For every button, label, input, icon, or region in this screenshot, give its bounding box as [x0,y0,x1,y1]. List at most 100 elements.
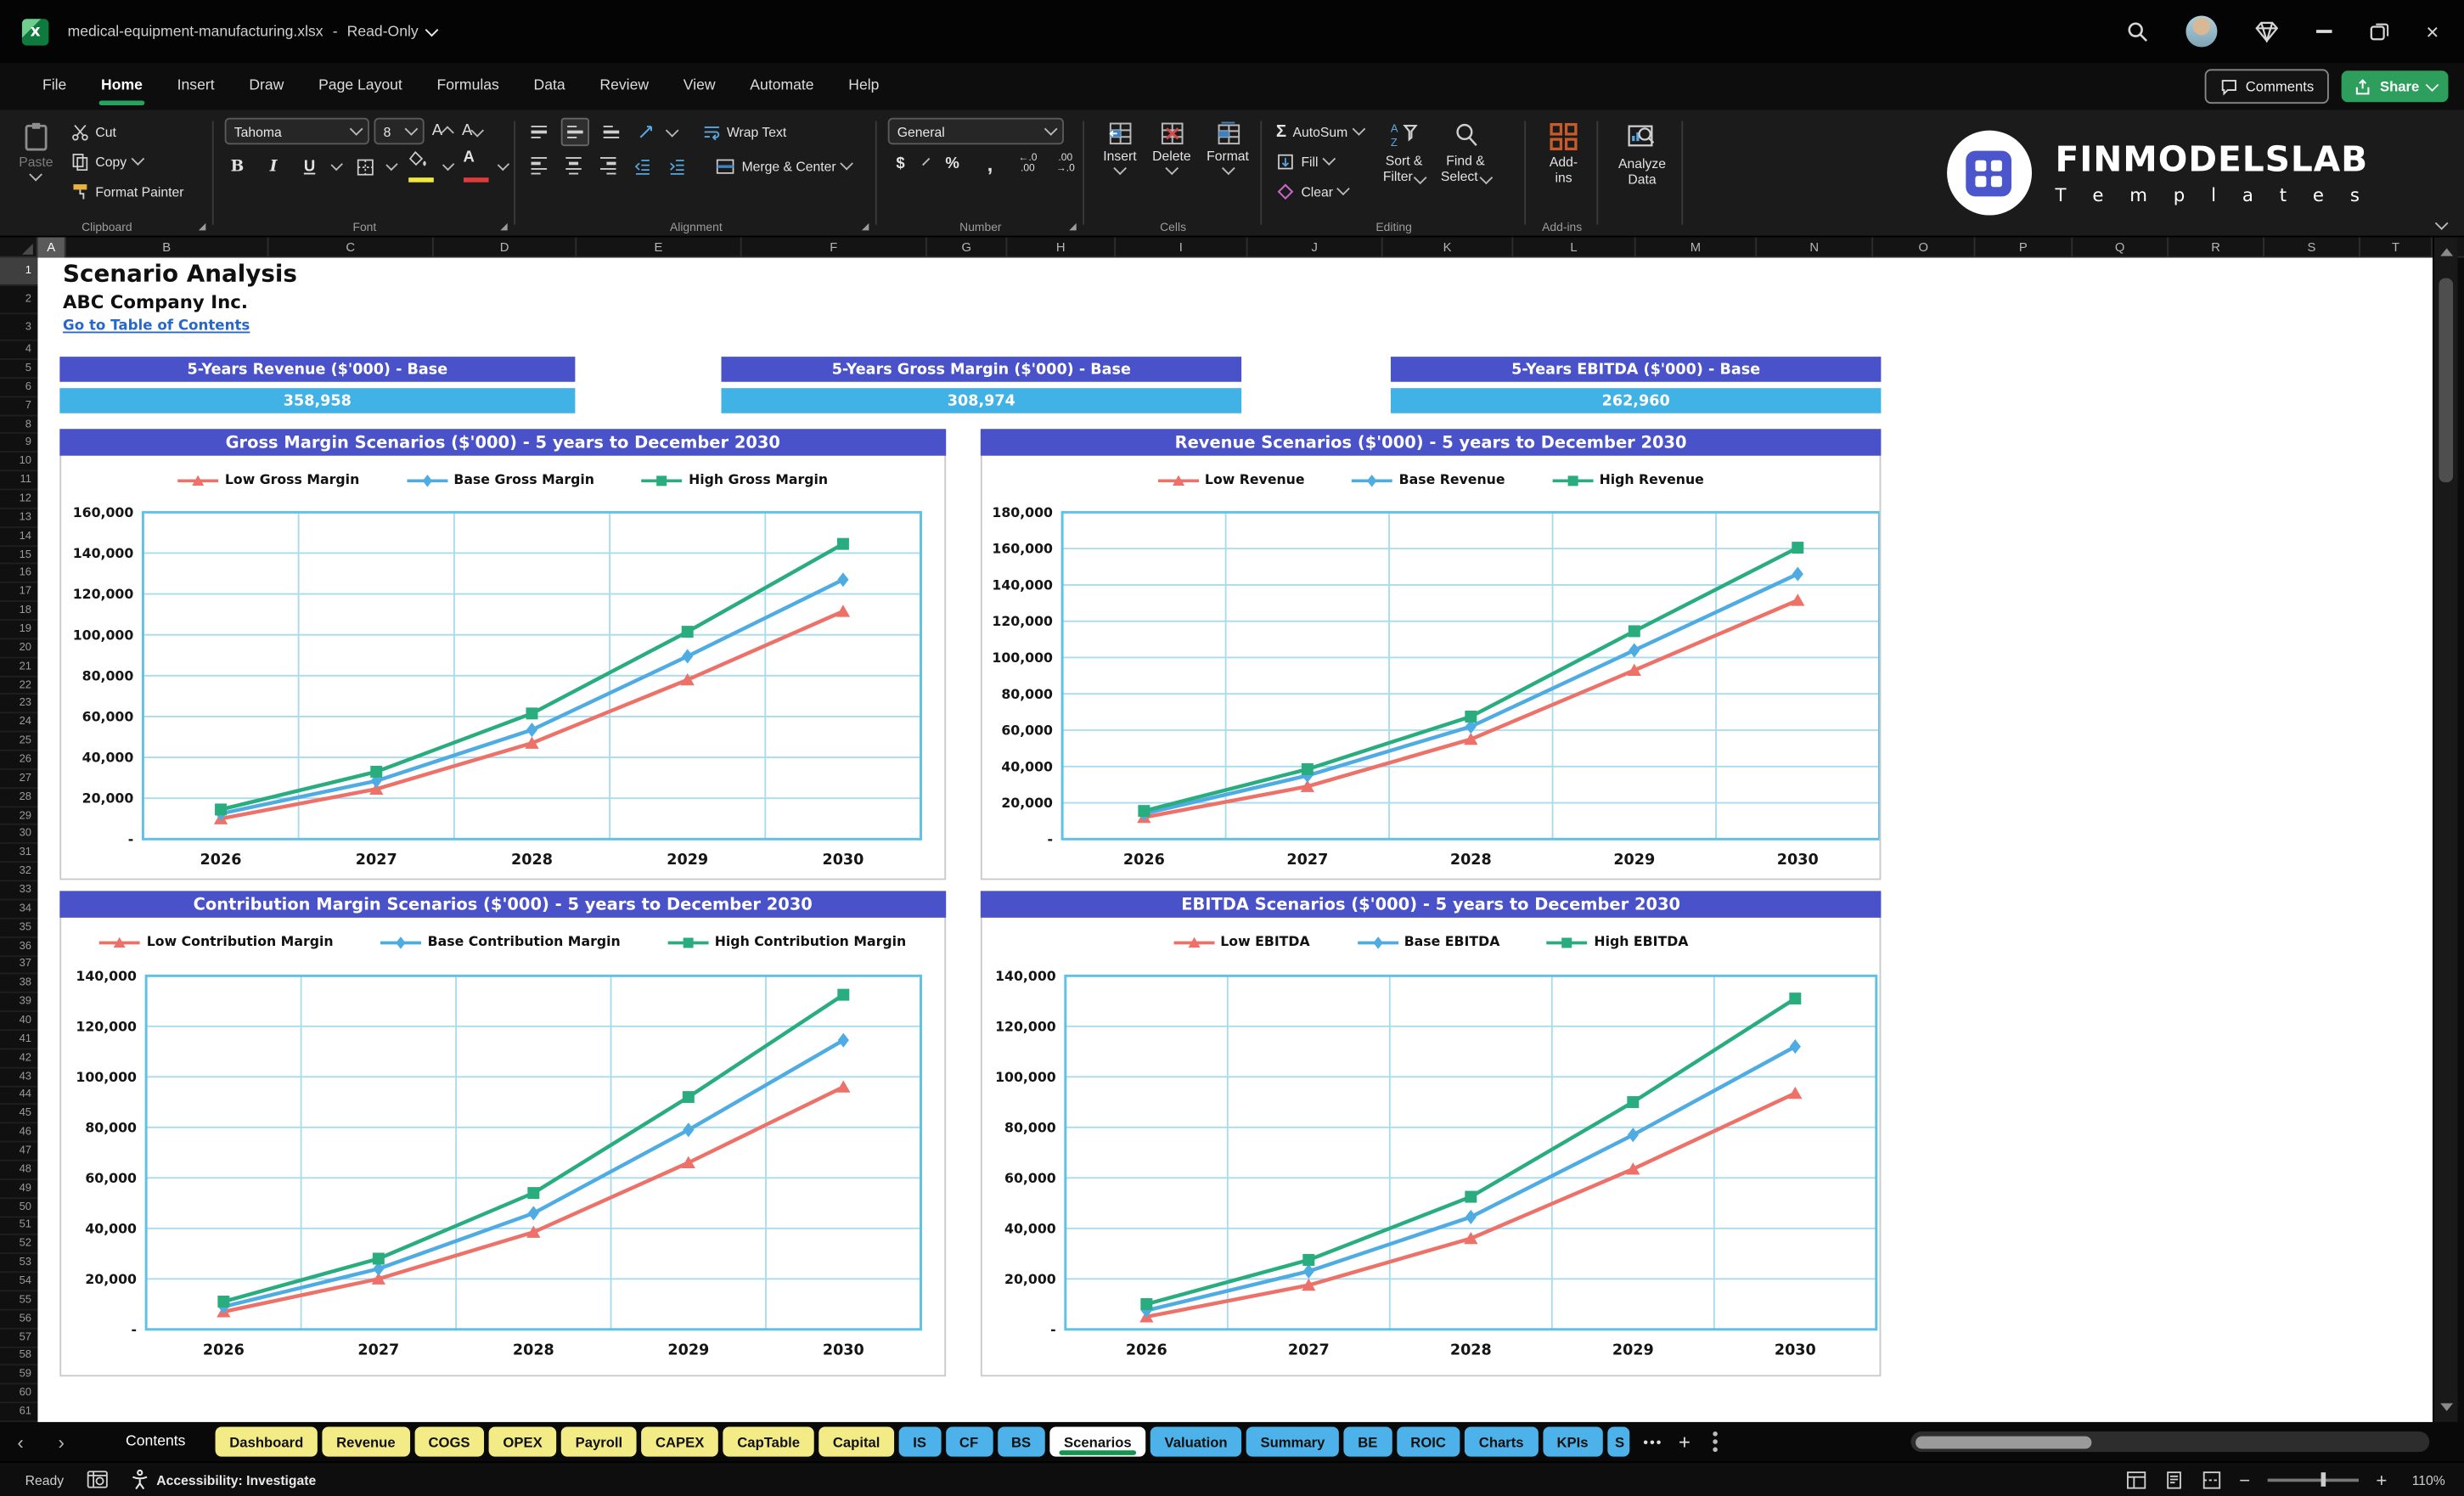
sort-filter-button[interactable]: AZ Sort & Filter [1375,118,1433,205]
menu-view[interactable]: View [666,63,733,110]
row-header-18[interactable]: 18 [0,602,38,621]
sheet-tab-captable[interactable]: CapTable [723,1426,814,1457]
underline-chevron-icon[interactable] [331,158,344,171]
zoom-out-button[interactable]: − [2239,1469,2250,1491]
row-header-33[interactable]: 33 [0,881,38,901]
column-header-C[interactable]: C [268,237,434,258]
row-header-5[interactable]: 5 [0,360,38,379]
row-header-22[interactable]: 22 [0,677,38,695]
tab-scroll-left-icon[interactable]: ‹ [0,1431,41,1453]
row-header-19[interactable]: 19 [0,621,38,640]
increase-font-button[interactable]: A [429,119,454,144]
clipboard-dialog-launcher[interactable]: ◢ [199,222,206,233]
sheet-tab-capex[interactable]: CAPEX [641,1426,719,1457]
sheet-tab-kpis[interactable]: KPIs [1542,1426,1603,1457]
page-break-view-icon[interactable] [2202,1470,2222,1488]
paste-button[interactable]: Paste [11,118,61,205]
align-middle-button[interactable] [560,117,590,147]
row-header-25[interactable]: 25 [0,733,38,751]
delete-cells-button[interactable]: Delete [1145,118,1199,175]
vertical-scrollbar[interactable] [2432,237,2458,1422]
row-header-57[interactable]: 57 [0,1329,38,1348]
sheet-tab-charts[interactable]: Charts [1465,1426,1539,1457]
tab-options-icon[interactable] [1712,1439,1718,1444]
row-header-24[interactable]: 24 [0,714,38,733]
sheet-tab-roic[interactable]: ROIC [1396,1426,1460,1457]
premium-gem-icon[interactable] [2254,20,2279,42]
row-header-14[interactable]: 14 [0,527,38,547]
normal-view-icon[interactable] [2126,1470,2146,1488]
increase-indent-button[interactable] [665,153,690,178]
font-size-select[interactable]: 8 [374,117,425,145]
sheet-tab-s[interactable]: S [1606,1426,1629,1457]
accessibility-status[interactable]: Accessibility: Investigate [130,1469,316,1490]
insert-cells-button[interactable]: Insert [1095,118,1145,175]
menu-draw[interactable]: Draw [232,63,301,110]
new-sheet-button[interactable]: + [1679,1430,1690,1454]
row-header-45[interactable]: 45 [0,1105,38,1124]
column-header-J[interactable]: J [1248,237,1383,258]
zoom-slider[interactable] [2267,1472,2359,1487]
decrease-decimal-button[interactable]: .00 →.0 [1053,151,1078,177]
sheet-tab-scenarios[interactable]: Scenarios [1049,1426,1146,1457]
column-header-T[interactable]: T [2360,237,2433,258]
merge-center-button[interactable]: Merge & Center [712,153,853,179]
row-header-53[interactable]: 53 [0,1254,38,1274]
sheet-tab-cogs[interactable]: COGS [413,1426,485,1457]
column-header-H[interactable]: H [1007,237,1117,258]
column-header-A[interactable]: A [37,237,66,258]
sheet-tab-valuation[interactable]: Valuation [1150,1426,1242,1457]
menu-automate[interactable]: Automate [733,63,831,110]
accounting-format-button[interactable]: $ [888,151,914,177]
row-header-40[interactable]: 40 [0,1012,38,1031]
font-color-button[interactable]: A [463,150,489,183]
sheet-tab-is[interactable]: IS [898,1426,941,1457]
row-header-13[interactable]: 13 [0,509,38,528]
copy-button[interactable]: Copy [67,148,187,174]
row-header-32[interactable]: 32 [0,863,38,882]
comma-format-button[interactable]: , [977,151,1003,177]
number-format-select[interactable]: General [887,117,1064,145]
align-center-button[interactable] [561,153,587,178]
collapse-ribbon-icon[interactable] [2434,216,2447,228]
row-header-28[interactable]: 28 [0,789,38,807]
row-header-34[interactable]: 34 [0,900,38,920]
scroll-down-icon[interactable] [2440,1403,2454,1411]
row-header-43[interactable]: 43 [0,1068,38,1087]
row-header-41[interactable]: 41 [0,1031,38,1049]
column-header-G[interactable]: G [927,237,1008,258]
italic-button[interactable]: I [261,154,286,179]
row-header-1[interactable]: 1 [0,257,38,286]
find-select-button[interactable]: Find & Select [1433,118,1499,205]
row-header-11[interactable]: 11 [0,472,38,491]
row-header-47[interactable]: 47 [0,1143,38,1161]
row-header-27[interactable]: 27 [0,770,38,789]
row-header-21[interactable]: 21 [0,658,38,677]
column-header-R[interactable]: R [2169,237,2264,258]
row-header-58[interactable]: 58 [0,1347,38,1367]
row-header-17[interactable]: 17 [0,583,38,603]
column-header-Q[interactable]: Q [2073,237,2169,258]
column-header-K[interactable]: K [1383,237,1514,258]
menu-formulas[interactable]: Formulas [419,63,516,110]
font-dialog-launcher[interactable]: ◢ [500,222,508,233]
row-header-29[interactable]: 29 [0,807,38,826]
horizontal-scroll-thumb[interactable] [1916,1435,2092,1448]
addins-button[interactable]: Add-ins [1537,118,1590,189]
close-button[interactable]: × [2426,19,2439,44]
row-header-42[interactable]: 42 [0,1049,38,1068]
column-header-I[interactable]: I [1116,237,1248,258]
row-header-30[interactable]: 30 [0,826,38,845]
format-painter-button[interactable]: Format Painter [67,177,187,204]
row-header-26[interactable]: 26 [0,751,38,770]
font-color-chevron-icon[interactable] [497,158,509,171]
row-header-10[interactable]: 10 [0,453,38,472]
menu-help[interactable]: Help [831,63,897,110]
row-header-15[interactable]: 15 [0,546,38,565]
row-header-50[interactable]: 50 [0,1199,38,1218]
vertical-scroll-thumb[interactable] [2439,278,2454,483]
column-header-B[interactable]: B [66,237,269,258]
sheet-tab-dashboard[interactable]: Dashboard [215,1426,318,1457]
bold-button[interactable]: B [225,154,250,179]
decrease-font-button[interactable]: A [458,119,484,144]
